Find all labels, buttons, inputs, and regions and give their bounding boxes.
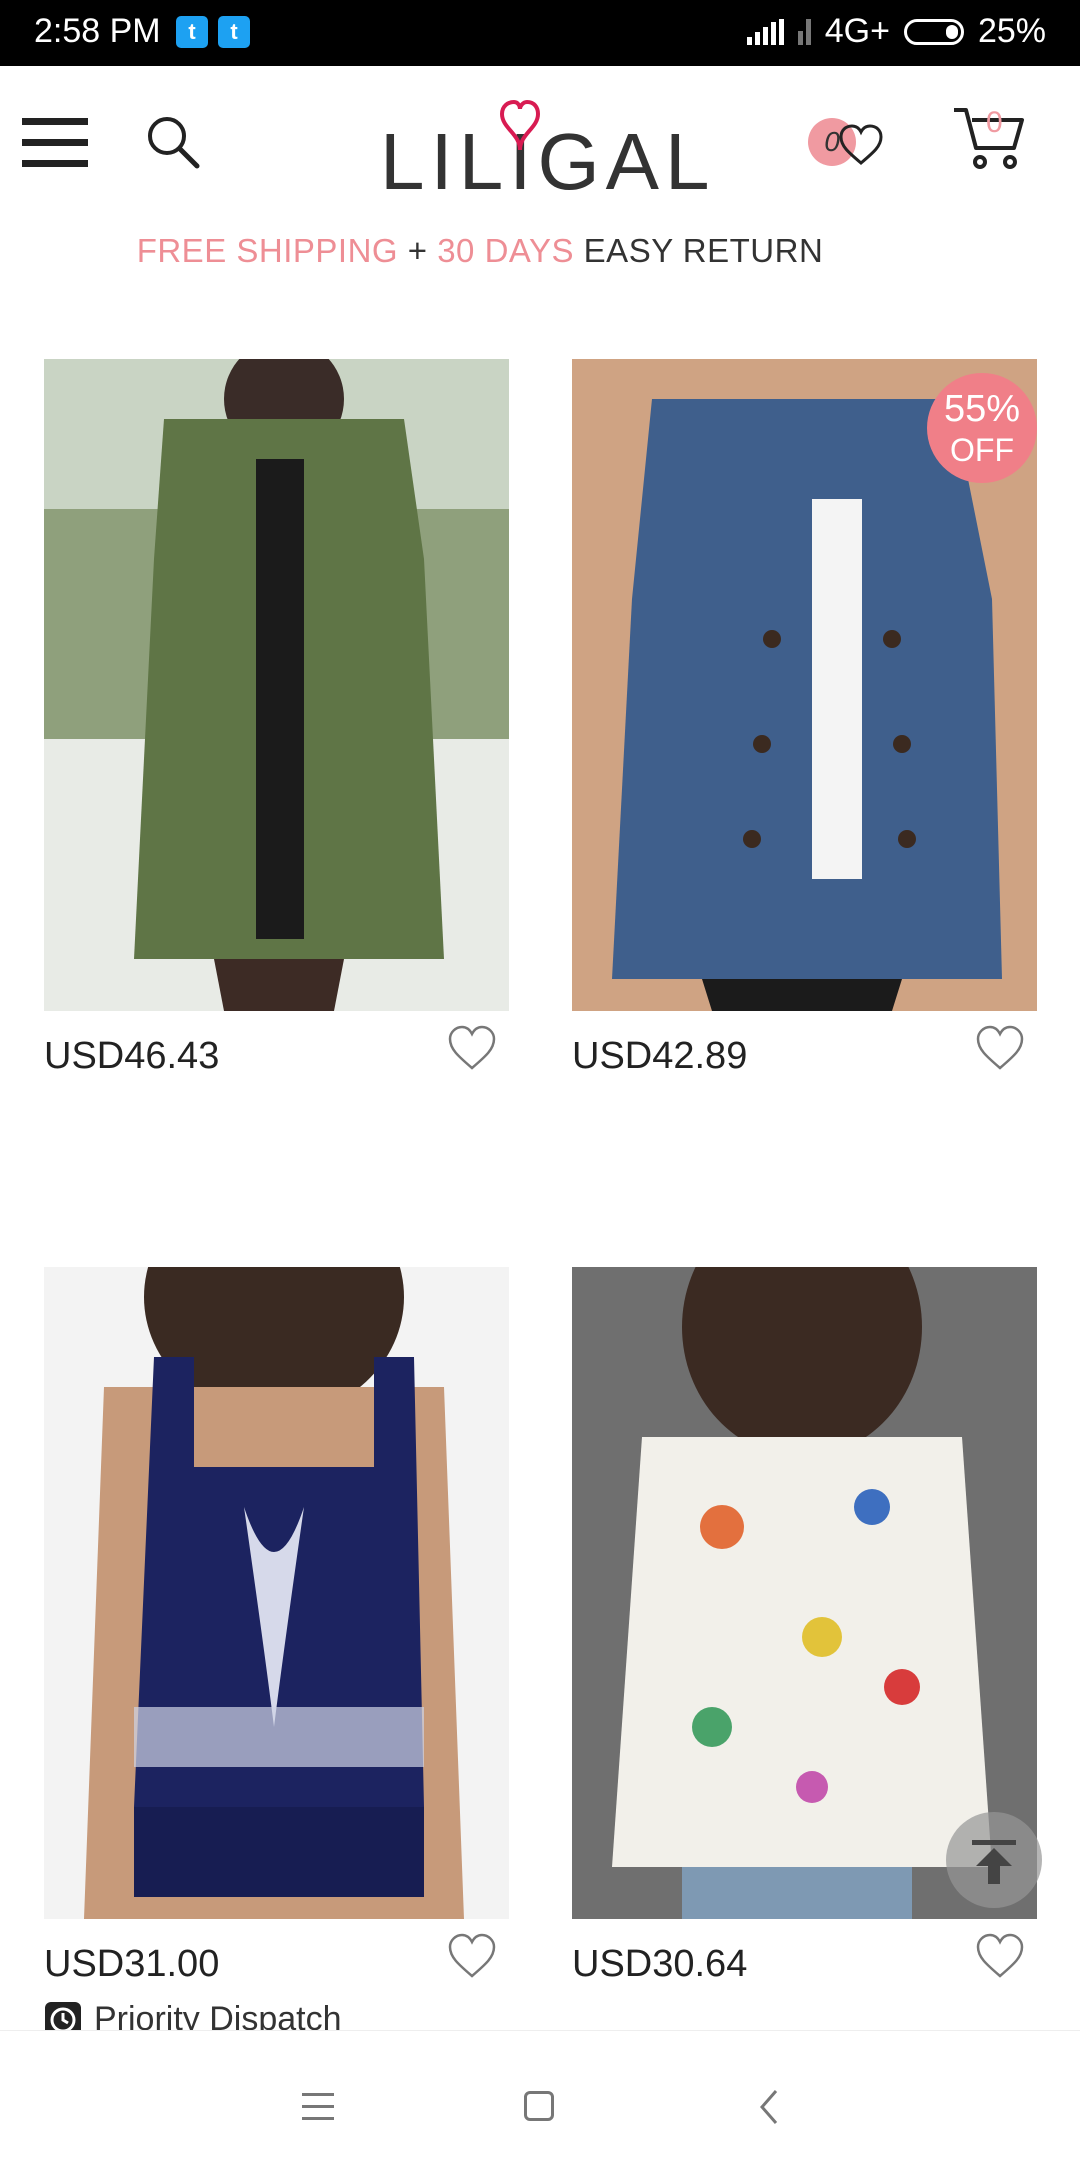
promo-30-days: 30 DAYS [437,232,574,269]
search-icon[interactable] [145,114,201,170]
discount-badge: 55% OFF [927,373,1037,483]
promo-easy-return: EASY RETURN [583,232,824,269]
product-image[interactable]: 55% OFF [572,359,1037,1011]
back-button[interactable] [754,2087,784,2127]
product-card[interactable]: 55% OFF USD42.89 [572,359,1037,1079]
logo-text: LILIGAL [380,117,716,206]
status-bar: 2:58 PM t t 4G+ 25% [0,0,1080,66]
twitter-icon: t [176,16,208,48]
product-price: USD31.00 [44,1943,220,1985]
cart-count: 0 [986,106,1003,139]
product-price: USD46.43 [44,1035,220,1077]
promo-banner[interactable]: FREE SHIPPING + 30 DAYS EASY RETURN [0,232,960,270]
product-price: USD30.64 [572,1943,748,1985]
twitter-icon: t [218,16,250,48]
wishlist-button[interactable]: 0 [808,118,888,178]
recent-apps-button[interactable] [302,2093,334,2121]
system-nav-bar [0,2030,1080,2161]
heart-icon[interactable] [447,1933,497,1979]
back-to-top-button[interactable] [946,1812,1042,1908]
discount-percent: 55% [943,388,1021,430]
product-image[interactable] [44,359,509,1011]
heart-icon[interactable] [447,1025,497,1071]
brand-logo[interactable]: LILIGAL [380,100,710,206]
promo-free-shipping: FREE SHIPPING [136,232,399,269]
status-time: 2:58 PM [34,12,161,50]
battery-icon [903,18,964,45]
signal-icon [746,18,784,45]
home-button[interactable] [524,2091,554,2121]
discount-label: OFF [950,432,1014,468]
app-header: LILIGAL 0 0 [0,66,1080,216]
product-card[interactable]: USD46.43 [44,359,509,1079]
heart-icon[interactable] [975,1933,1025,1979]
cart-button[interactable]: 0 [952,102,1026,174]
battery-level: 25% [977,12,1046,50]
product-price: USD42.89 [572,1035,748,1077]
promo-plus: + [407,232,428,269]
logo-heart-icon [499,100,541,151]
arrow-up-icon [972,1840,1016,1884]
heart-icon [839,124,883,165]
product-card[interactable]: USD31.00 [44,1267,509,1987]
heart-icon[interactable] [975,1025,1025,1071]
network-type: 4G+ [824,12,890,50]
menu-icon[interactable] [22,118,88,168]
signal-secondary-icon [797,18,811,45]
product-image[interactable] [44,1267,509,1919]
